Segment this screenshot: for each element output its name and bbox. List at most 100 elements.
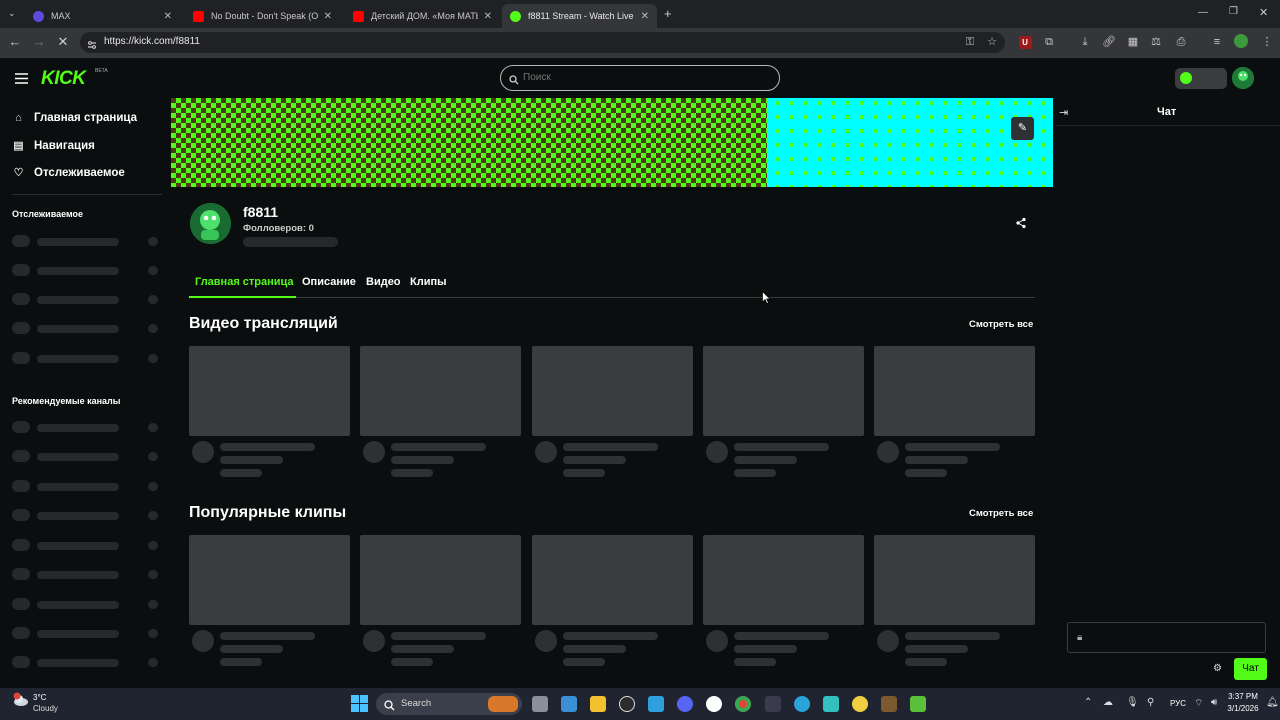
sidebar-item-following[interactable]: ♡ Отслеживаемое [12, 166, 125, 180]
minimize-icon[interactable]: — [1198, 7, 1208, 18]
yandex-browser-icon[interactable] [706, 696, 722, 712]
url-text[interactable]: https://kick.com/f8811 [104, 36, 200, 47]
clips-see-all-link[interactable]: Смотреть все [969, 508, 1033, 519]
browser-tab-max[interactable]: MAX ✕ [25, 4, 180, 28]
tab-videos[interactable]: Видео [366, 276, 401, 288]
tabs-divider [296, 297, 1035, 298]
restore-icon[interactable]: ❐ [1229, 6, 1238, 17]
kick-status-toggle[interactable] [1175, 68, 1227, 89]
close-icon[interactable]: ✕ [484, 11, 492, 22]
vod-card-thumbnail[interactable] [874, 346, 1035, 436]
collapse-chat-icon[interactable]: ⇥ [1059, 106, 1068, 119]
tab-about[interactable]: Описание [302, 276, 356, 288]
tab-list-chevron-icon[interactable]: ⌄ [8, 8, 16, 19]
windows-start-icon[interactable] [351, 695, 368, 712]
widgets-icon[interactable] [561, 696, 577, 712]
password-key-icon[interactable]: ⚿ [962, 34, 978, 50]
browser-tab-f8811[interactable]: f8811 Stream - Watch Live on K ✕ [502, 4, 657, 28]
clip-card-thumbnail[interactable] [360, 535, 521, 625]
channel-avatar[interactable] [190, 203, 231, 244]
active-tab-indicator [189, 296, 296, 298]
hamburger-menu-icon[interactable] [15, 71, 28, 84]
sidebar-skeleton-row [12, 352, 160, 364]
home-icon: ⌂ [15, 112, 22, 124]
new-tab-plus-icon[interactable]: + [664, 6, 672, 21]
vod-card-thumbnail[interactable] [189, 346, 350, 436]
clock-date[interactable]: 3/1/2026 [1223, 704, 1263, 713]
clip-card-thumbnail[interactable] [532, 535, 693, 625]
kick-logo[interactable]: KICK [41, 68, 86, 90]
vpn-app-icon[interactable] [823, 696, 839, 712]
obs-icon[interactable] [619, 696, 635, 712]
volume-icon[interactable]: 🔊︎ [1211, 697, 1217, 708]
translate-icon[interactable]: ⚖ [1148, 34, 1164, 50]
sidebar-item-home[interactable]: ⌂ Главная страница [12, 112, 137, 124]
onedrive-cloud-icon[interactable]: ☁ [1103, 697, 1113, 708]
vods-see-all-link[interactable]: Смотреть все [969, 319, 1033, 330]
taskbar-search-box[interactable]: Search [376, 693, 522, 715]
edit-banner-pencil-icon[interactable]: ✎ [1011, 117, 1034, 140]
weather-temperature[interactable]: 3°C [33, 693, 46, 702]
window-close-icon[interactable]: ✕ [1259, 6, 1268, 19]
chrome-icon[interactable] [735, 696, 751, 712]
clip-card-thumbnail[interactable] [189, 535, 350, 625]
clip-card-thumbnail[interactable] [703, 535, 864, 625]
browser-tab-no-doubt[interactable]: No Doubt - Don't Speak (Offici ✕ [185, 4, 340, 28]
browser-menu-icon[interactable]: ⋮ [1259, 34, 1275, 50]
minecraft-launcher-icon[interactable] [910, 696, 926, 712]
minecraft-icon[interactable] [881, 696, 897, 712]
chat-send-button[interactable]: Чат [1234, 658, 1267, 680]
vod-card-thumbnail[interactable] [360, 346, 521, 436]
clip-card-thumbnail[interactable] [874, 535, 1035, 625]
close-icon[interactable]: ✕ [324, 11, 332, 22]
chat-message-input[interactable]: 🔒︎ [1067, 622, 1266, 653]
close-icon[interactable]: ✕ [641, 11, 649, 22]
site-info-icon[interactable] [87, 37, 97, 49]
browser-tab-detskiy-dom[interactable]: Детский ДОМ. «Моя МАТЬ - А ✕ [345, 4, 500, 28]
apps-grid-icon[interactable]: ▦ [1125, 34, 1141, 50]
telegram-icon[interactable] [794, 696, 810, 712]
link-icon[interactable]: 🔗︎ [1101, 34, 1117, 50]
sidebar-skeleton-row [12, 509, 160, 521]
vod-card-thumbnail[interactable] [703, 346, 864, 436]
reading-list-icon[interactable]: ≡ [1209, 34, 1225, 50]
stop-loading-icon[interactable]: ✕ [54, 34, 72, 50]
network-icon[interactable]: ⚲ [1147, 697, 1154, 708]
sidebar-item-browse[interactable]: ▤ Навигация [12, 139, 95, 153]
wifi-icon[interactable]: ⌔ [1194, 697, 1203, 710]
close-icon[interactable]: ✕ [164, 11, 172, 22]
download-icon[interactable]: ⤓ [1077, 34, 1093, 50]
back-arrow-icon[interactable]: ← [6, 34, 24, 49]
forward-arrow-icon[interactable]: → [30, 34, 48, 49]
weather-description[interactable]: Cloudy [33, 704, 58, 713]
input-language[interactable]: РУС [1170, 699, 1186, 708]
notifications-bell-icon[interactable]: 🔔︎ [1266, 697, 1279, 708]
clock-time[interactable]: 3:37 PM [1223, 692, 1263, 701]
tab-clips[interactable]: Клипы [410, 276, 447, 288]
user-avatar[interactable] [1232, 67, 1254, 89]
chat-settings-gear-icon[interactable]: ⚙ [1213, 663, 1222, 674]
ublock-extension-icon[interactable]: U [1017, 34, 1033, 50]
profile-avatar-icon[interactable] [1233, 34, 1249, 50]
search-bar[interactable] [500, 65, 780, 91]
weather-cloud-icon[interactable] [12, 692, 30, 708]
sidebar-skeleton-row [12, 322, 160, 334]
microphone-icon[interactable]: 🎙︎ [1126, 697, 1139, 708]
share-icon[interactable] [1015, 216, 1027, 229]
vod-card-thumbnail[interactable] [532, 346, 693, 436]
tab-home[interactable]: Главная страница [195, 276, 294, 288]
show-hidden-icons-chevron-icon[interactable]: ⌃ [1084, 697, 1092, 708]
discord-icon[interactable] [677, 696, 693, 712]
youtube-icon [193, 10, 204, 22]
bookmark-star-icon[interactable]: ☆ [984, 34, 1000, 50]
davinci-resolve-icon[interactable] [765, 696, 781, 712]
extensions-puzzle-icon[interactable]: ⧉ [1041, 34, 1057, 50]
vods-section-title: Видео трансляций [189, 315, 338, 332]
address-bar[interactable] [80, 32, 1005, 53]
search-input[interactable] [523, 72, 763, 83]
notes-app-icon[interactable] [648, 696, 664, 712]
task-view-icon[interactable] [532, 696, 548, 712]
print-icon[interactable]: ⎙ [1173, 34, 1189, 50]
emoji-app-icon[interactable] [852, 696, 868, 712]
file-explorer-icon[interactable] [590, 696, 606, 712]
